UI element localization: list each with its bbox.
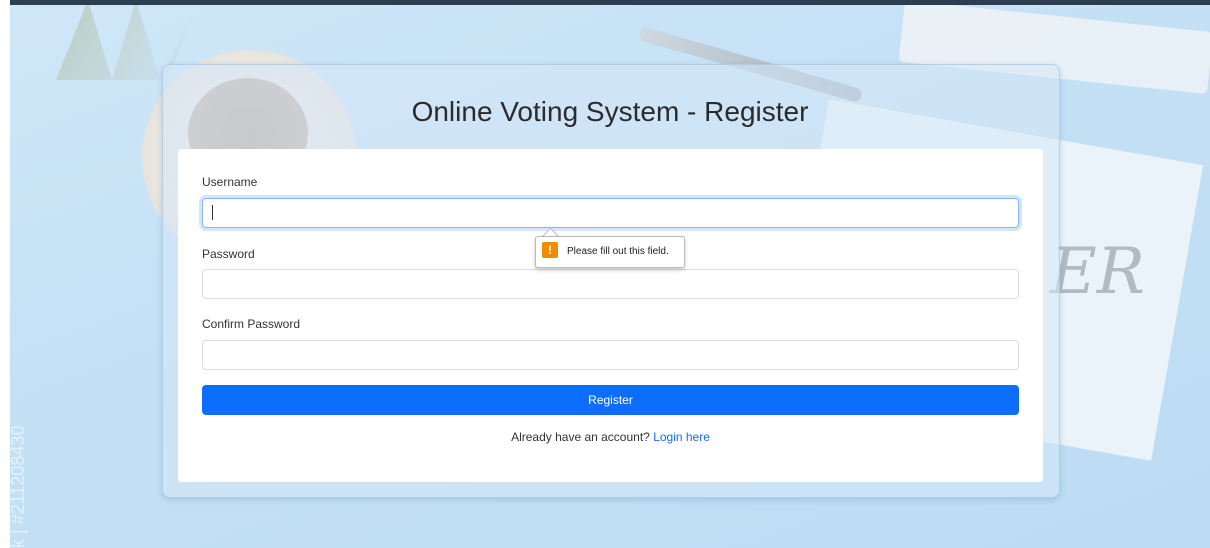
warning-icon: !	[542, 242, 558, 258]
confirm-password-input[interactable]	[202, 340, 1019, 370]
page-title: Online Voting System - Register	[411, 96, 809, 127]
username-input[interactable]	[202, 198, 1019, 228]
top-border	[0, 0, 1210, 5]
login-link[interactable]: Login here	[653, 430, 710, 444]
password-input[interactable]	[202, 269, 1019, 299]
paper-text: ER	[1050, 235, 1145, 309]
register-button[interactable]: Register	[202, 385, 1019, 415]
confirm-password-label: Confirm Password	[202, 317, 301, 331]
login-prompt: Already have an account? Login here	[178, 430, 1043, 444]
validation-message: Please fill out this field.	[567, 246, 669, 257]
left-edge	[0, 0, 10, 548]
text-caret	[212, 205, 213, 220]
stock-watermark: k | #211208430	[8, 425, 28, 548]
password-label: Password	[202, 247, 255, 261]
username-label: Username	[202, 175, 258, 189]
login-prompt-text: Already have an account?	[511, 430, 650, 444]
